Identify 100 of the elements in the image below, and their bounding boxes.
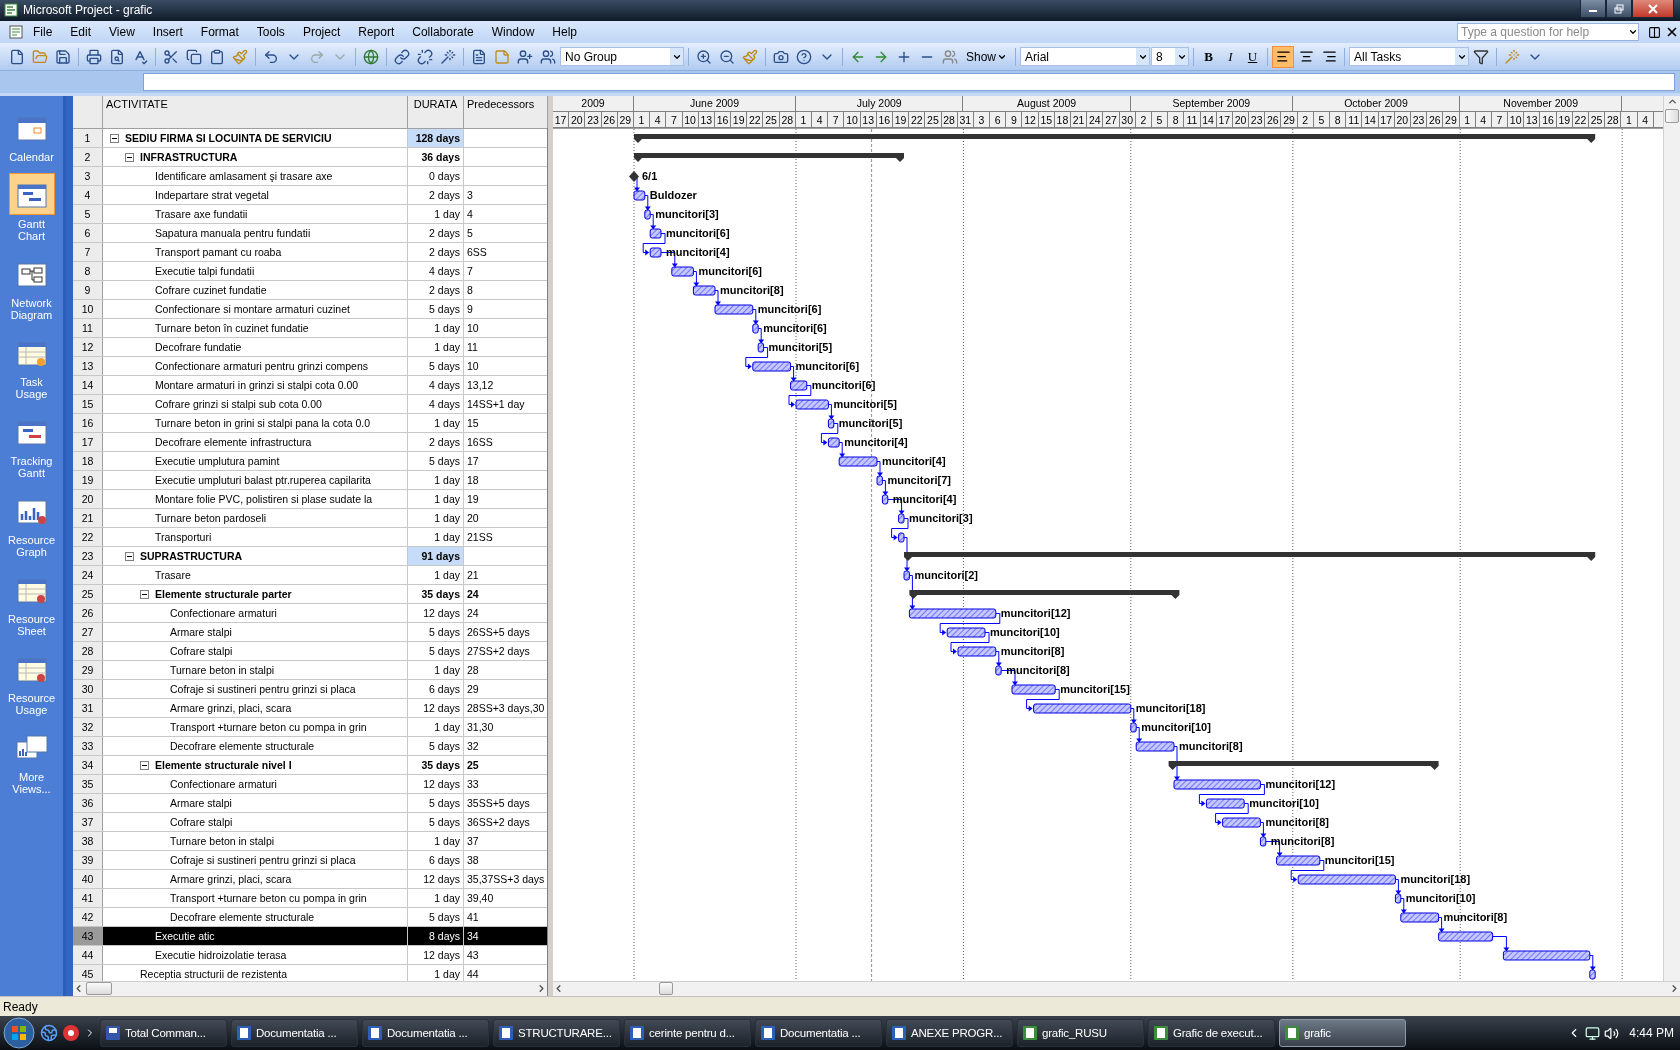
duration-cell: 4 days [408, 261, 464, 280]
predecessors-cell-text: 7 [466, 263, 474, 279]
duration-cell: 5 days [408, 299, 464, 318]
taskbar-button[interactable]: Grafic de execut... [1148, 1019, 1275, 1048]
task-name: Cofrare cuzinet fundatie [155, 282, 267, 298]
view-bar-item[interactable]: Task Usage [1, 328, 62, 402]
predecessors-cell-text: 24 [466, 586, 480, 602]
taskbar-button[interactable]: Total Comman... [100, 1019, 227, 1048]
view-bar-item[interactable]: Tracking Gantt [1, 407, 62, 481]
resource-label: muncitori[6] [763, 321, 827, 334]
predecessors-cell-text: 18 [466, 472, 480, 488]
duration-cell: 4 days [408, 375, 464, 394]
format-button[interactable]: U [1242, 46, 1264, 68]
taskbar-button[interactable]: grafic_RUSU [1017, 1019, 1144, 1048]
font-dropdown[interactable]: Arial [1020, 47, 1151, 67]
view-bar-item[interactable]: Gantt Chart [1, 170, 62, 244]
duration-cell: 1 day [408, 831, 464, 850]
format-button[interactable]: B [1198, 46, 1220, 68]
view-bar-item[interactable]: Resource Sheet [1, 565, 62, 639]
day-label: 29 [1443, 111, 1460, 128]
show-dropdown[interactable]: Show [962, 49, 1012, 64]
day-label: 17 [1216, 111, 1233, 128]
filter-dropdown[interactable]: All Tasks [1349, 47, 1470, 67]
predecessors-cell-text: 25 [466, 757, 480, 773]
day-label: 23 [585, 111, 602, 128]
task-name: Executie hidroizolatie terasa [155, 947, 287, 963]
day-label: 4 [1637, 111, 1654, 128]
resource-label: muncitori[12] [1000, 606, 1071, 619]
taskbar-button[interactable]: Documentatia ... [755, 1019, 882, 1048]
view-bar-item[interactable]: Resource Graph [1, 486, 62, 560]
menu-item[interactable]: Window [482, 25, 544, 40]
font-size-dropdown[interactable]: 8 [1151, 47, 1190, 67]
menu-item[interactable]: Tools [247, 25, 294, 40]
day-label: 22 [1572, 111, 1589, 128]
taskbar-button[interactable]: Documentatia ... [231, 1019, 358, 1048]
day-label: 1 [1459, 111, 1476, 128]
day-label: 17 [553, 111, 570, 128]
duration-cell: 1 day [408, 565, 464, 584]
predecessors-cell-text: 28 [466, 662, 480, 678]
menu-item[interactable]: Help [543, 25, 586, 40]
resource-label: muncitori[4] [892, 492, 957, 505]
resource-label: muncitori[8] [1270, 834, 1335, 847]
taskbar-button[interactable]: grafic [1279, 1019, 1406, 1048]
task-name: Armare stalpi [170, 795, 232, 811]
taskbar-button[interactable]: Documentatia ... [362, 1019, 489, 1048]
menu-item[interactable]: Project [293, 25, 350, 40]
group-dropdown[interactable]: No Group [560, 47, 684, 67]
task-name: Sapatura manuala pentru fundatii [155, 225, 311, 241]
predecessors-cell-text: 4 [466, 206, 474, 222]
day-label: 14 [1362, 111, 1379, 128]
view-bar-item[interactable]: Resource Usage [1, 644, 62, 718]
predecessors-cell-text: 35SS+5 days [466, 795, 531, 811]
predecessors-cell-text: 26SS+5 days [466, 624, 531, 640]
duration-cell: 6 days [408, 679, 464, 698]
help-search-field[interactable]: Type a question for help [1457, 23, 1639, 42]
predecessors-cell-text: 8 [466, 282, 474, 298]
view-bar-item[interactable]: Network Diagram [1, 249, 62, 323]
day-label: 13 [698, 111, 715, 128]
menu-item[interactable]: Collaborate [403, 25, 483, 40]
task-name: Elemente structurale nivel I [155, 757, 292, 773]
task-name: Receptia structurii de rezistenta [140, 966, 288, 981]
taskbar-button[interactable]: STRUCTURARE... [493, 1019, 620, 1048]
resource-label: muncitori[7] [887, 473, 951, 486]
duration-cell: 5 days [408, 641, 464, 660]
view-bar-item[interactable]: More Views... [1, 723, 62, 797]
day-label: 22 [909, 111, 926, 128]
task-name: Executie umpluturi balast ptr.ruperea capilarita [155, 472, 371, 488]
day-label: 18 [1054, 111, 1071, 128]
task-name: Confectionare armaturi [170, 605, 277, 621]
menu-item[interactable]: Insert [143, 25, 192, 40]
menu-item[interactable]: View [100, 25, 144, 40]
task-name: Turnare beton pardoseli [155, 510, 267, 526]
duration-cell: 5 days [408, 812, 464, 831]
task-name: Confectionare armaturi pentru grinzi compens [155, 358, 369, 374]
column-header[interactable]: DURATA [408, 95, 464, 128]
day-label: 1 [633, 111, 651, 128]
duration-cell: 1 day [408, 318, 464, 337]
menu-item[interactable]: File [24, 25, 62, 40]
menu-item[interactable]: Edit [61, 25, 101, 40]
task-name: Armare grinzi, placi, scara [170, 871, 292, 887]
taskbar-button[interactable]: ANEXE PROGR... [886, 1019, 1013, 1048]
predecessors-cell-text: 10 [466, 320, 480, 336]
day-label: 14 [1200, 111, 1217, 128]
day-label: 26 [1427, 111, 1444, 128]
duration-cell: 1 day [408, 508, 464, 527]
predecessors-cell-text: 20 [466, 510, 480, 526]
status-text: Ready [3, 999, 38, 1014]
day-label: 2 [1135, 111, 1152, 128]
day-label: 5 [1151, 111, 1169, 128]
menu-item[interactable]: Report [349, 25, 404, 40]
task-name: SUPRASTRUCTURA [140, 548, 243, 564]
duration-cell: 2 days [408, 185, 464, 204]
taskbar-button[interactable]: cerinte pentru d... [624, 1019, 751, 1048]
view-bar-item[interactable]: Calendar [1, 103, 62, 165]
resource-label: muncitori[4] [666, 245, 730, 258]
format-button[interactable]: I [1220, 46, 1242, 68]
day-label: 4 [812, 111, 829, 128]
column-header[interactable]: ACTIVITATE [103, 95, 408, 128]
menu-item[interactable]: Format [191, 25, 248, 40]
task-name: Cofrare stalpi [170, 643, 233, 659]
